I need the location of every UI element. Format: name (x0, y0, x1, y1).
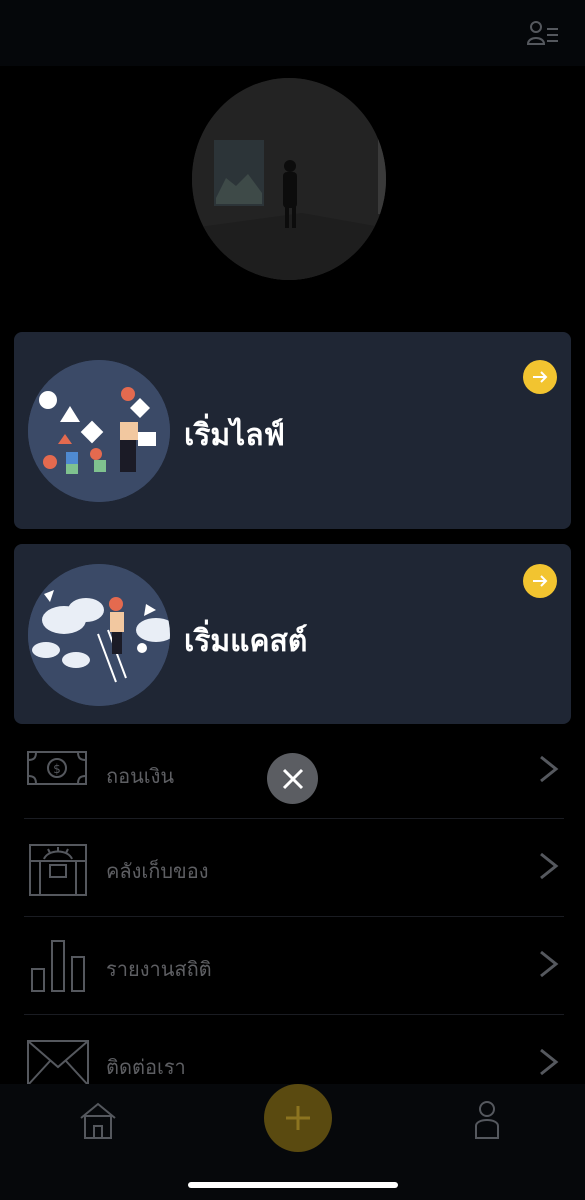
menu-item-label: รายงานสถิติ (106, 957, 212, 981)
home-indicator (188, 1182, 398, 1188)
person-icon[interactable] (472, 1100, 502, 1140)
arrow-right-icon[interactable] (523, 360, 557, 394)
arrow-right-icon[interactable] (523, 564, 557, 598)
top-bar (0, 0, 585, 66)
plus-icon[interactable] (264, 1084, 332, 1152)
treasure-chest-icon (26, 837, 90, 897)
chevron-right-icon (538, 851, 560, 881)
menu-item-label: ติดต่อเรา (106, 1055, 186, 1079)
bottom-nav (0, 1084, 585, 1200)
menu-item-label: ถอนเงิน (106, 764, 175, 788)
start-cast-card[interactable]: เริ่มแคสต์ (14, 544, 571, 724)
chevron-right-icon (538, 1047, 560, 1077)
live-illustration (28, 360, 170, 502)
start-live-card[interactable]: เริ่มไลฟ์ (14, 332, 571, 529)
card-title: เริ่มไลฟ์ (184, 418, 285, 453)
chevron-right-icon (538, 949, 560, 979)
chevron-right-icon (538, 754, 560, 784)
cast-illustration (28, 564, 170, 706)
banknote-icon: $ (26, 750, 90, 786)
home-icon[interactable] (78, 1100, 118, 1140)
card-title: เริ่มแคสต์ (184, 624, 308, 659)
profile-menu-icon[interactable] (526, 20, 559, 46)
menu-item-label: คลังเก็บของ (106, 859, 209, 883)
close-icon[interactable] (267, 753, 318, 804)
svg-text:$: $ (53, 762, 61, 776)
menu-item-statistics[interactable]: รายงานสถิติ (24, 917, 564, 1015)
menu-item-storage[interactable]: คลังเก็บของ (24, 819, 564, 917)
bar-chart-icon (26, 935, 90, 995)
profile-avatar[interactable] (192, 78, 386, 280)
